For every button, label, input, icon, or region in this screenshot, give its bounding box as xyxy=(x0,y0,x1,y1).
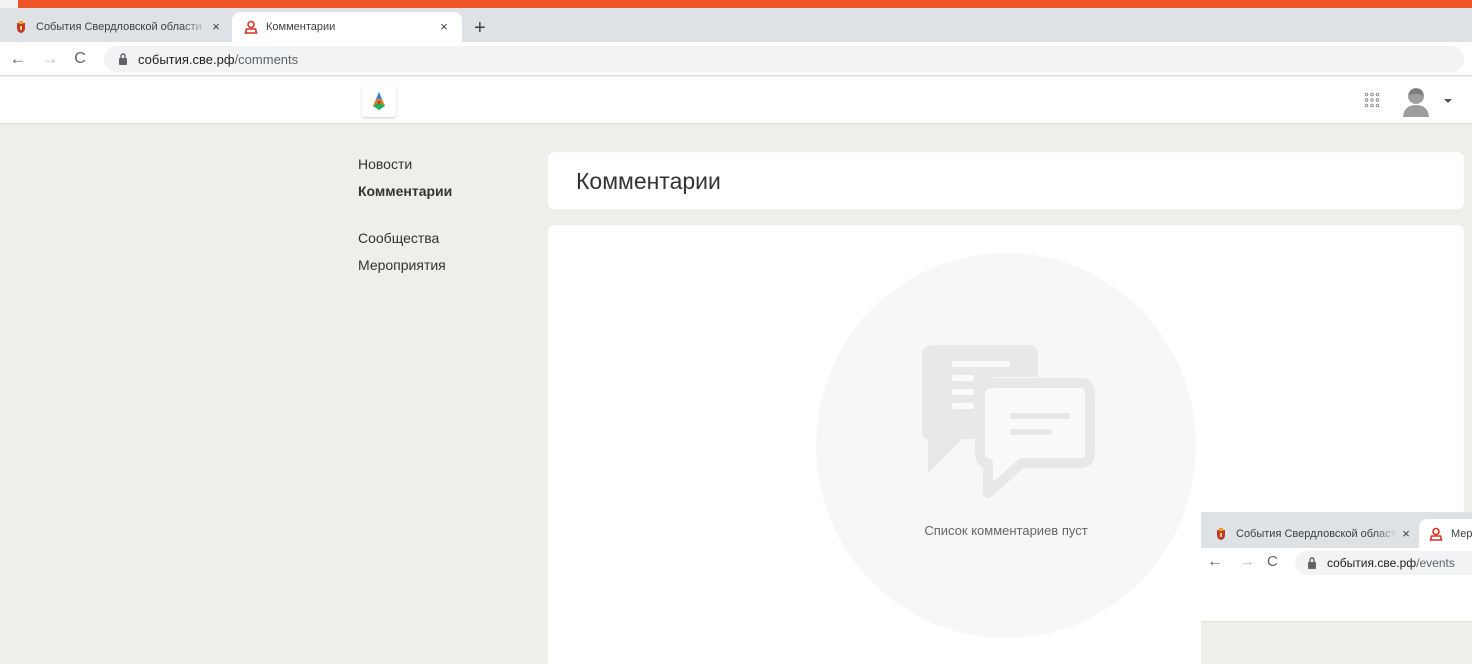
tab-events-region[interactable]: События Свердловской области × xyxy=(14,12,234,42)
coat-of-arms-icon xyxy=(1214,527,1228,541)
coat-of-arms-icon xyxy=(14,20,28,34)
overlay-url-path: /events xyxy=(1416,556,1455,570)
sidebar-item-news[interactable]: Новости xyxy=(358,155,518,173)
tab-close-button[interactable]: × xyxy=(208,19,224,35)
overlay-forward-button[interactable]: → xyxy=(1239,553,1255,571)
url-host: события.све.рф xyxy=(138,51,235,67)
user-outline-icon xyxy=(1429,527,1443,541)
overlay-reload-button[interactable]: C xyxy=(1267,553,1278,570)
overlay-url-host: события.све.рф xyxy=(1327,556,1417,570)
overlay-address-bar[interactable]: события.све.рф/events xyxy=(1295,551,1472,575)
back-button[interactable]: ← xyxy=(8,49,28,69)
user-avatar-icon[interactable] xyxy=(1398,83,1434,119)
overlay-site-header xyxy=(1201,578,1472,622)
user-outline-icon xyxy=(244,20,258,34)
site-header xyxy=(0,77,1472,124)
window-top-strip xyxy=(0,0,1472,8)
overlay-back-button[interactable]: ← xyxy=(1207,553,1223,571)
empty-state-message: Список комментариев пуст xyxy=(924,523,1088,538)
account-dropdown-caret-icon[interactable] xyxy=(1444,99,1452,103)
overlay-tab-title: События Свердловской области xyxy=(1236,527,1398,540)
tab-title: Комментарии xyxy=(266,21,336,33)
sidebar-item-communities[interactable]: Сообщества xyxy=(358,229,518,247)
secondary-browser-window: События Свердловской области × Мероприят… xyxy=(1201,512,1472,664)
overlay-tab-title: Мероприятия xyxy=(1451,527,1472,540)
empty-state: Список комментариев пуст xyxy=(816,253,1196,638)
apps-grid-icon[interactable] xyxy=(1364,92,1380,108)
overlay-tab-events-region[interactable]: События Свердловской области × xyxy=(1214,519,1424,548)
lock-icon[interactable] xyxy=(118,53,128,65)
browser-toolbar: ← → C события.све.рф/comments xyxy=(0,42,1472,76)
overlay-toolbar: ← → C события.све.рф/events xyxy=(1201,548,1472,578)
site-logo[interactable] xyxy=(362,85,396,117)
overlay-tab-close-button[interactable]: × xyxy=(1398,526,1414,542)
chat-bubbles-icon xyxy=(916,343,1096,503)
url-path: /comments xyxy=(234,51,299,67)
tab-comments[interactable]: Комментарии × xyxy=(232,12,462,42)
page-title: Комментарии xyxy=(576,168,721,194)
page-title-card: Комментарии xyxy=(548,152,1464,209)
overlay-tab-events[interactable]: Мероприятия xyxy=(1419,519,1472,548)
reload-button[interactable]: C xyxy=(70,49,90,69)
sidebar-nav: Новости Комментарии Сообщества Мероприят… xyxy=(358,155,518,283)
new-tab-button[interactable]: + xyxy=(474,18,486,38)
accent-bar xyxy=(18,0,1472,8)
sidebar-item-comments[interactable]: Комментарии xyxy=(358,182,518,200)
lock-icon[interactable] xyxy=(1307,557,1317,569)
overlay-tab-bar: События Свердловской области × Мероприят… xyxy=(1201,512,1472,548)
forward-button[interactable]: → xyxy=(40,49,60,69)
tab-close-button[interactable]: × xyxy=(436,19,452,35)
tab-title: События Свердловской области xyxy=(36,21,202,33)
tab-bar: События Свердловской области × Комментар… xyxy=(0,8,1472,42)
sidebar-item-events[interactable]: Мероприятия xyxy=(358,256,518,274)
address-bar[interactable]: события.све.рф/comments xyxy=(104,46,1464,72)
